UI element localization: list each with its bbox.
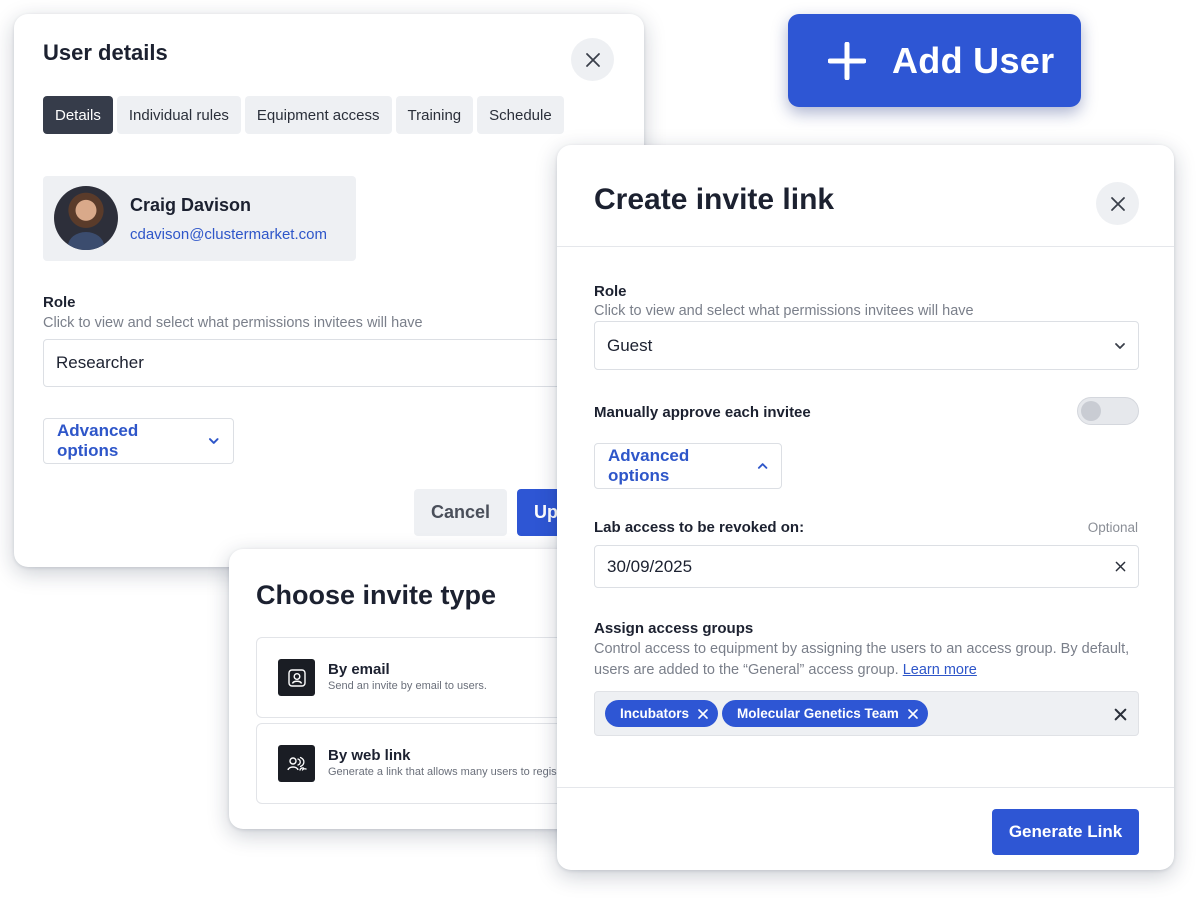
role-help-text: Click to view and select what permission…	[43, 315, 423, 331]
user-details-title: User details	[43, 40, 168, 65]
close-icon	[1110, 196, 1125, 211]
chevron-up-icon	[757, 463, 768, 469]
advanced-options-button[interactable]: Advanced options	[43, 418, 234, 464]
tab-training[interactable]: Training	[395, 96, 474, 134]
avatar	[54, 186, 118, 250]
close-user-details-button[interactable]	[571, 38, 614, 81]
role-help-text: Click to view and select what permission…	[594, 303, 974, 319]
create-invite-link-dialog: Create invite link Role Click to view an…	[557, 145, 1174, 870]
invite-link-title: Create invite link	[594, 183, 835, 216]
advanced-options-label: Advanced options	[57, 421, 139, 460]
role-label: Role	[43, 294, 76, 311]
user-icon	[278, 659, 315, 696]
revoke-date-input[interactable]: 30/09/2025	[594, 545, 1139, 588]
invite-type-title: Choose invite type	[256, 580, 497, 610]
tab-equipment-access[interactable]: Equipment access	[244, 96, 392, 134]
invite-by-web-link-description: Generate a link that allows many users t…	[328, 766, 557, 778]
manual-approve-label: Manually approve each invitee	[594, 404, 811, 421]
manual-approve-toggle[interactable]	[1077, 397, 1139, 425]
invite-by-email-title: By email	[328, 661, 390, 678]
plus-icon	[828, 41, 866, 80]
tab-individual-rules[interactable]: Individual rules	[116, 96, 241, 134]
close-icon	[1114, 708, 1126, 720]
role-select-value: Guest	[607, 335, 653, 355]
remove-tag-icon[interactable]	[908, 708, 918, 719]
footer-divider	[557, 787, 1174, 788]
close-invite-link-button[interactable]	[1096, 182, 1139, 225]
optional-label: Optional	[1087, 520, 1138, 535]
access-groups-help: Control access to equipment by assigning…	[594, 639, 1139, 681]
role-select[interactable]: Researcher	[43, 339, 603, 387]
access-group-tag[interactable]: Incubators	[605, 700, 719, 727]
cancel-button[interactable]: Cancel	[414, 489, 507, 536]
header-divider	[557, 246, 1174, 247]
user-profile-card: Craig Davison cdavison@clustermarket.com	[43, 176, 356, 261]
clear-groups-button[interactable]	[1113, 707, 1127, 721]
role-select[interactable]: Guest	[594, 321, 1139, 370]
remove-tag-icon[interactable]	[698, 708, 708, 719]
revoke-date-value: 30/09/2025	[607, 556, 693, 576]
choose-invite-type-dialog: Choose invite type By email Send an invi…	[229, 549, 609, 829]
role-label: Role	[594, 283, 627, 300]
access-group-tag[interactable]: Molecular Genetics Team	[722, 700, 928, 727]
advanced-options-label: Advanced options	[608, 446, 690, 485]
user-details-tabs: Details Individual rules Equipment acces…	[43, 96, 564, 134]
invite-by-web-link-title: By web link	[328, 747, 411, 764]
user-name: Craig Davison	[130, 195, 252, 215]
learn-more-link[interactable]: Learn more	[903, 662, 977, 678]
generate-link-button[interactable]: Generate Link	[992, 809, 1139, 855]
access-group-tag-label: Molecular Genetics Team	[737, 706, 899, 721]
toggle-knob	[1081, 401, 1101, 421]
access-group-tag-label: Incubators	[620, 706, 690, 721]
access-groups-label: Assign access groups	[594, 620, 754, 637]
add-user-label: Add User	[892, 39, 1055, 81]
access-groups-select[interactable]: Incubators Molecular Genetics Team	[594, 691, 1139, 736]
tab-details[interactable]: Details	[43, 96, 113, 134]
users-link-icon	[278, 745, 315, 782]
chevron-down-icon	[1115, 342, 1125, 349]
close-icon	[585, 52, 600, 67]
advanced-options-button[interactable]: Advanced options	[594, 443, 782, 489]
revoke-date-label: Lab access to be revoked on:	[594, 519, 805, 536]
user-email-link[interactable]: cdavison@clustermarket.com	[130, 226, 327, 243]
chevron-down-icon	[209, 438, 220, 444]
clear-date-icon[interactable]	[1115, 561, 1126, 572]
invite-by-email-description: Send an invite by email to users.	[328, 680, 487, 692]
access-groups-help-text: Control access to equipment by assigning…	[594, 641, 1130, 678]
tab-schedule[interactable]: Schedule	[477, 96, 564, 134]
add-user-button[interactable]: Add User	[788, 14, 1081, 107]
user-details-dialog: User details Details Individual rules Eq…	[14, 14, 644, 567]
